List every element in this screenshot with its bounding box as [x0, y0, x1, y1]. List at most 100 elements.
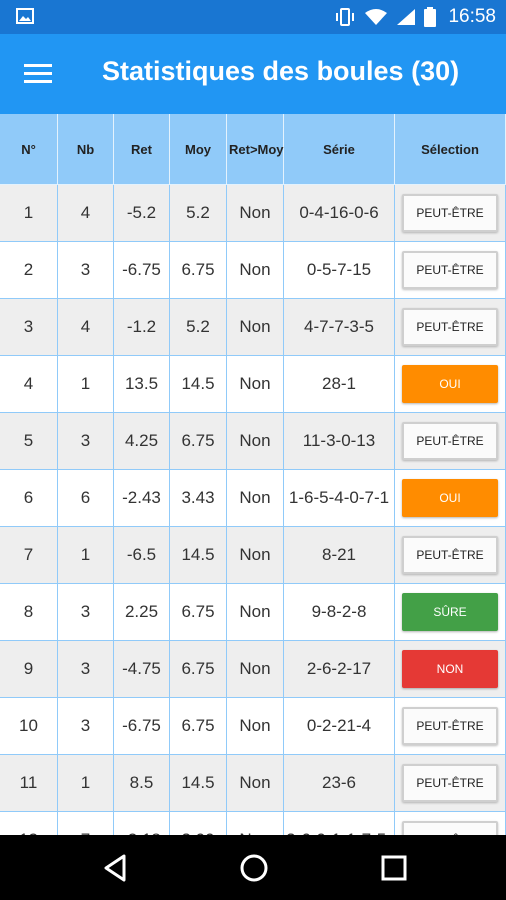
cell-numero: 9: [0, 641, 58, 698]
cell-numero: 8: [0, 584, 58, 641]
gallery-icon: [16, 8, 34, 24]
cell-moy: 14.5: [170, 356, 227, 413]
cell-serie: 0-5-7-15: [284, 242, 395, 299]
cell-ret: 8.5: [114, 755, 170, 812]
selection-button[interactable]: PEUT-ÊTRE: [402, 764, 498, 802]
page-title: Statistiques des boules (30): [102, 56, 460, 86]
cell-ret: 13.5: [114, 356, 170, 413]
table-row: 6 6 -2.43 3.43 Non 1-6-5-4-0-7-1 OUI: [0, 470, 506, 527]
battery-icon: [424, 7, 437, 27]
cell-serie: 3-6-0-1-1-7-5-: [284, 812, 395, 835]
table-row: 1 4 -5.2 5.2 Non 0-4-16-0-6 PEUT-ÊTRE: [0, 185, 506, 242]
cell-ret: -6.75: [114, 242, 170, 299]
status-bar: 16:58: [0, 0, 506, 34]
selection-button[interactable]: PEUT-ÊTRE: [402, 707, 498, 745]
cell-ret: -5.2: [114, 185, 170, 242]
cell-ret-moy: Non: [227, 698, 284, 755]
table-row: 3 4 -1.2 5.2 Non 4-7-7-3-5 PEUT-ÊTRE: [0, 299, 506, 356]
cell-moy: 5.2: [170, 299, 227, 356]
table-row: 9 3 -4.75 6.75 Non 2-6-2-17 NON: [0, 641, 506, 698]
cell-ret-moy: Non: [227, 242, 284, 299]
cell-serie: 4-7-7-3-5: [284, 299, 395, 356]
cell-ret-moy: Non: [227, 812, 284, 835]
signal-icon: [397, 9, 416, 25]
selection-button[interactable]: NON: [402, 650, 498, 688]
cell-selection: PEUT-ÊTRE: [395, 299, 506, 356]
cell-selection: PEUT-ÊTRE: [395, 527, 506, 584]
cell-serie: 9-8-2-8: [284, 584, 395, 641]
cell-numero: 5: [0, 413, 58, 470]
selection-button[interactable]: PEUT-ÊTRE: [402, 308, 498, 346]
selection-button[interactable]: SÛRE: [402, 593, 498, 631]
vibrate-icon: [336, 8, 355, 26]
cell-moy: 3.43: [170, 470, 227, 527]
cell-numero: 3: [0, 299, 58, 356]
cell-numero: 6: [0, 470, 58, 527]
table-row: 7 1 -6.5 14.5 Non 8-21 PEUT-ÊTRE: [0, 527, 506, 584]
cell-moy: 6.75: [170, 698, 227, 755]
cell-moy: 6.75: [170, 584, 227, 641]
cell-serie: 0-2-21-4: [284, 698, 395, 755]
cell-ret-moy: Non: [227, 527, 284, 584]
cell-numero: 11: [0, 755, 58, 812]
cell-nb: 3: [58, 698, 114, 755]
cell-selection: PEUT-ÊTRE: [395, 185, 506, 242]
cell-ret: -6.5: [114, 527, 170, 584]
cell-nb: 6: [58, 470, 114, 527]
cell-moy: 3.00: [170, 812, 227, 835]
cell-moy: 14.5: [170, 527, 227, 584]
home-icon[interactable]: [238, 852, 270, 884]
cell-selection: PEUT-ÊTRE: [395, 812, 506, 835]
cell-serie: 11-3-0-13: [284, 413, 395, 470]
cell-numero: 12: [0, 812, 58, 835]
cell-ret-moy: Non: [227, 641, 284, 698]
selection-button[interactable]: PEUT-ÊTRE: [402, 821, 498, 835]
cell-ret: -2.18: [114, 812, 170, 835]
cell-nb: 4: [58, 185, 114, 242]
header-ret: Ret: [114, 114, 170, 185]
cell-numero: 10: [0, 698, 58, 755]
cell-serie: 28-1: [284, 356, 395, 413]
table-row: 4 1 13.5 14.5 Non 28-1 OUI: [0, 356, 506, 413]
cell-serie: 23-6: [284, 755, 395, 812]
selection-button[interactable]: OUI: [402, 365, 498, 403]
cell-selection: SÛRE: [395, 584, 506, 641]
cell-ret: 4.25: [114, 413, 170, 470]
cell-ret-moy: Non: [227, 470, 284, 527]
statistics-table[interactable]: N° Nb Ret Moy Ret>Moy Série Sélection 14…: [0, 114, 506, 835]
selection-button[interactable]: PEUT-ÊTRE: [402, 536, 498, 574]
cell-ret-moy: Non: [227, 299, 284, 356]
selection-button[interactable]: OUI: [402, 479, 498, 517]
cell-numero: 4: [0, 356, 58, 413]
table-row: 11 1 8.5 14.5 Non 23-6 PEUT-ÊTRE: [0, 755, 506, 812]
cell-nb: 4: [58, 299, 114, 356]
cell-serie: 0-4-16-0-6: [284, 185, 395, 242]
hamburger-menu-icon[interactable]: [24, 62, 54, 86]
cell-nb: 3: [58, 641, 114, 698]
back-icon[interactable]: [100, 852, 132, 884]
selection-button[interactable]: PEUT-ÊTRE: [402, 194, 498, 232]
cell-moy: 5.2: [170, 185, 227, 242]
cell-ret: 2.25: [114, 584, 170, 641]
cell-nb: 1: [58, 755, 114, 812]
cell-serie: 8-21: [284, 527, 395, 584]
cell-ret-moy: Non: [227, 584, 284, 641]
cell-nb: 3: [58, 413, 114, 470]
cell-selection: OUI: [395, 470, 506, 527]
cell-nb: 1: [58, 356, 114, 413]
selection-button[interactable]: PEUT-ÊTRE: [402, 251, 498, 289]
selection-button[interactable]: PEUT-ÊTRE: [402, 422, 498, 460]
navigation-bar: [0, 835, 506, 900]
cell-selection: PEUT-ÊTRE: [395, 698, 506, 755]
cell-nb: 7: [58, 812, 114, 835]
recents-icon[interactable]: [378, 852, 410, 884]
header-ret-moy: Ret>Moy: [227, 114, 284, 185]
cell-selection: OUI: [395, 356, 506, 413]
cell-ret-moy: Non: [227, 185, 284, 242]
cell-moy: 14.5: [170, 755, 227, 812]
cell-selection: PEUT-ÊTRE: [395, 413, 506, 470]
cell-moy: 6.75: [170, 242, 227, 299]
cell-numero: 2: [0, 242, 58, 299]
cell-selection: NON: [395, 641, 506, 698]
cell-ret: -4.75: [114, 641, 170, 698]
